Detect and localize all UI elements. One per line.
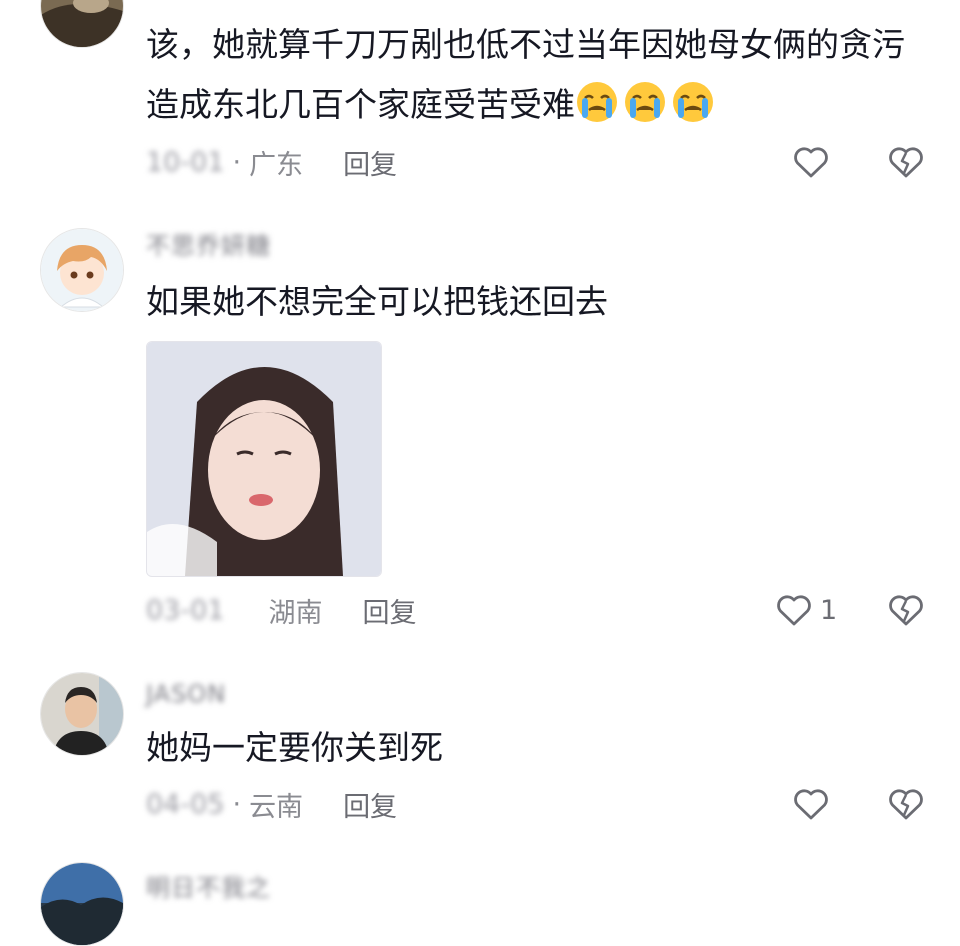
broken-heart-icon — [889, 595, 923, 626]
username[interactable]: 明日不我之 — [146, 868, 271, 903]
heart-outline-icon — [777, 595, 811, 626]
reply-button[interactable]: 回复 — [343, 785, 397, 824]
like-button[interactable] — [791, 782, 837, 826]
comment-location: 广东 — [249, 149, 304, 181]
comment-text: 她妈一定要你关到死 — [146, 728, 443, 767]
heart-outline-icon — [794, 147, 828, 178]
broken-heart-icon — [889, 147, 923, 178]
username[interactable]: JASON — [146, 680, 226, 708]
meta-separator: · — [232, 788, 242, 820]
reply-button[interactable]: 回复 — [343, 143, 397, 182]
comment-time: 04-05 — [146, 788, 225, 820]
comment-text-body: 该，她就算千刀万剐也低不过当年因她母女俩的贪污造成东北几百个家庭受苦受难 — [146, 25, 905, 124]
like-count: 1 — [820, 594, 838, 626]
avatar[interactable] — [40, 228, 124, 312]
broken-heart-icon — [889, 789, 923, 820]
comment-time: 10-01 — [146, 146, 225, 178]
like-button[interactable] — [791, 140, 837, 184]
avatar[interactable] — [40, 672, 124, 756]
comment-text: 该，她就算千刀万剐也低不过当年因她母女俩的贪污造成东北几百个家庭受苦受难 — [146, 15, 920, 135]
meta-separator: · — [232, 146, 242, 178]
reply-button[interactable]: 回复 — [362, 591, 416, 630]
comment-meta: 03-01 湖南 回复 — [146, 590, 416, 630]
heart-outline-icon — [794, 789, 828, 820]
comment-meta: 10-01 · 广东 回复 — [146, 142, 397, 182]
comment-location: 湖南 — [268, 597, 323, 629]
avatar[interactable] — [40, 862, 124, 946]
comment-meta: 04-05 · 云南 回复 — [146, 784, 397, 824]
sticker-image[interactable] — [146, 341, 382, 577]
comment-time: 03-01 — [146, 594, 225, 626]
dislike-button[interactable] — [886, 782, 926, 826]
comment-location: 云南 — [249, 791, 304, 823]
comment-text: 如果她不想完全可以把钱还回去 — [146, 282, 608, 321]
avatar[interactable] — [40, 0, 124, 48]
dislike-button[interactable] — [886, 140, 926, 184]
like-button[interactable]: 1 — [774, 588, 837, 632]
crying-emoji-icon — [575, 82, 719, 124]
username[interactable]: 不思乔妍糖 — [146, 226, 271, 261]
dislike-button[interactable] — [886, 588, 926, 632]
